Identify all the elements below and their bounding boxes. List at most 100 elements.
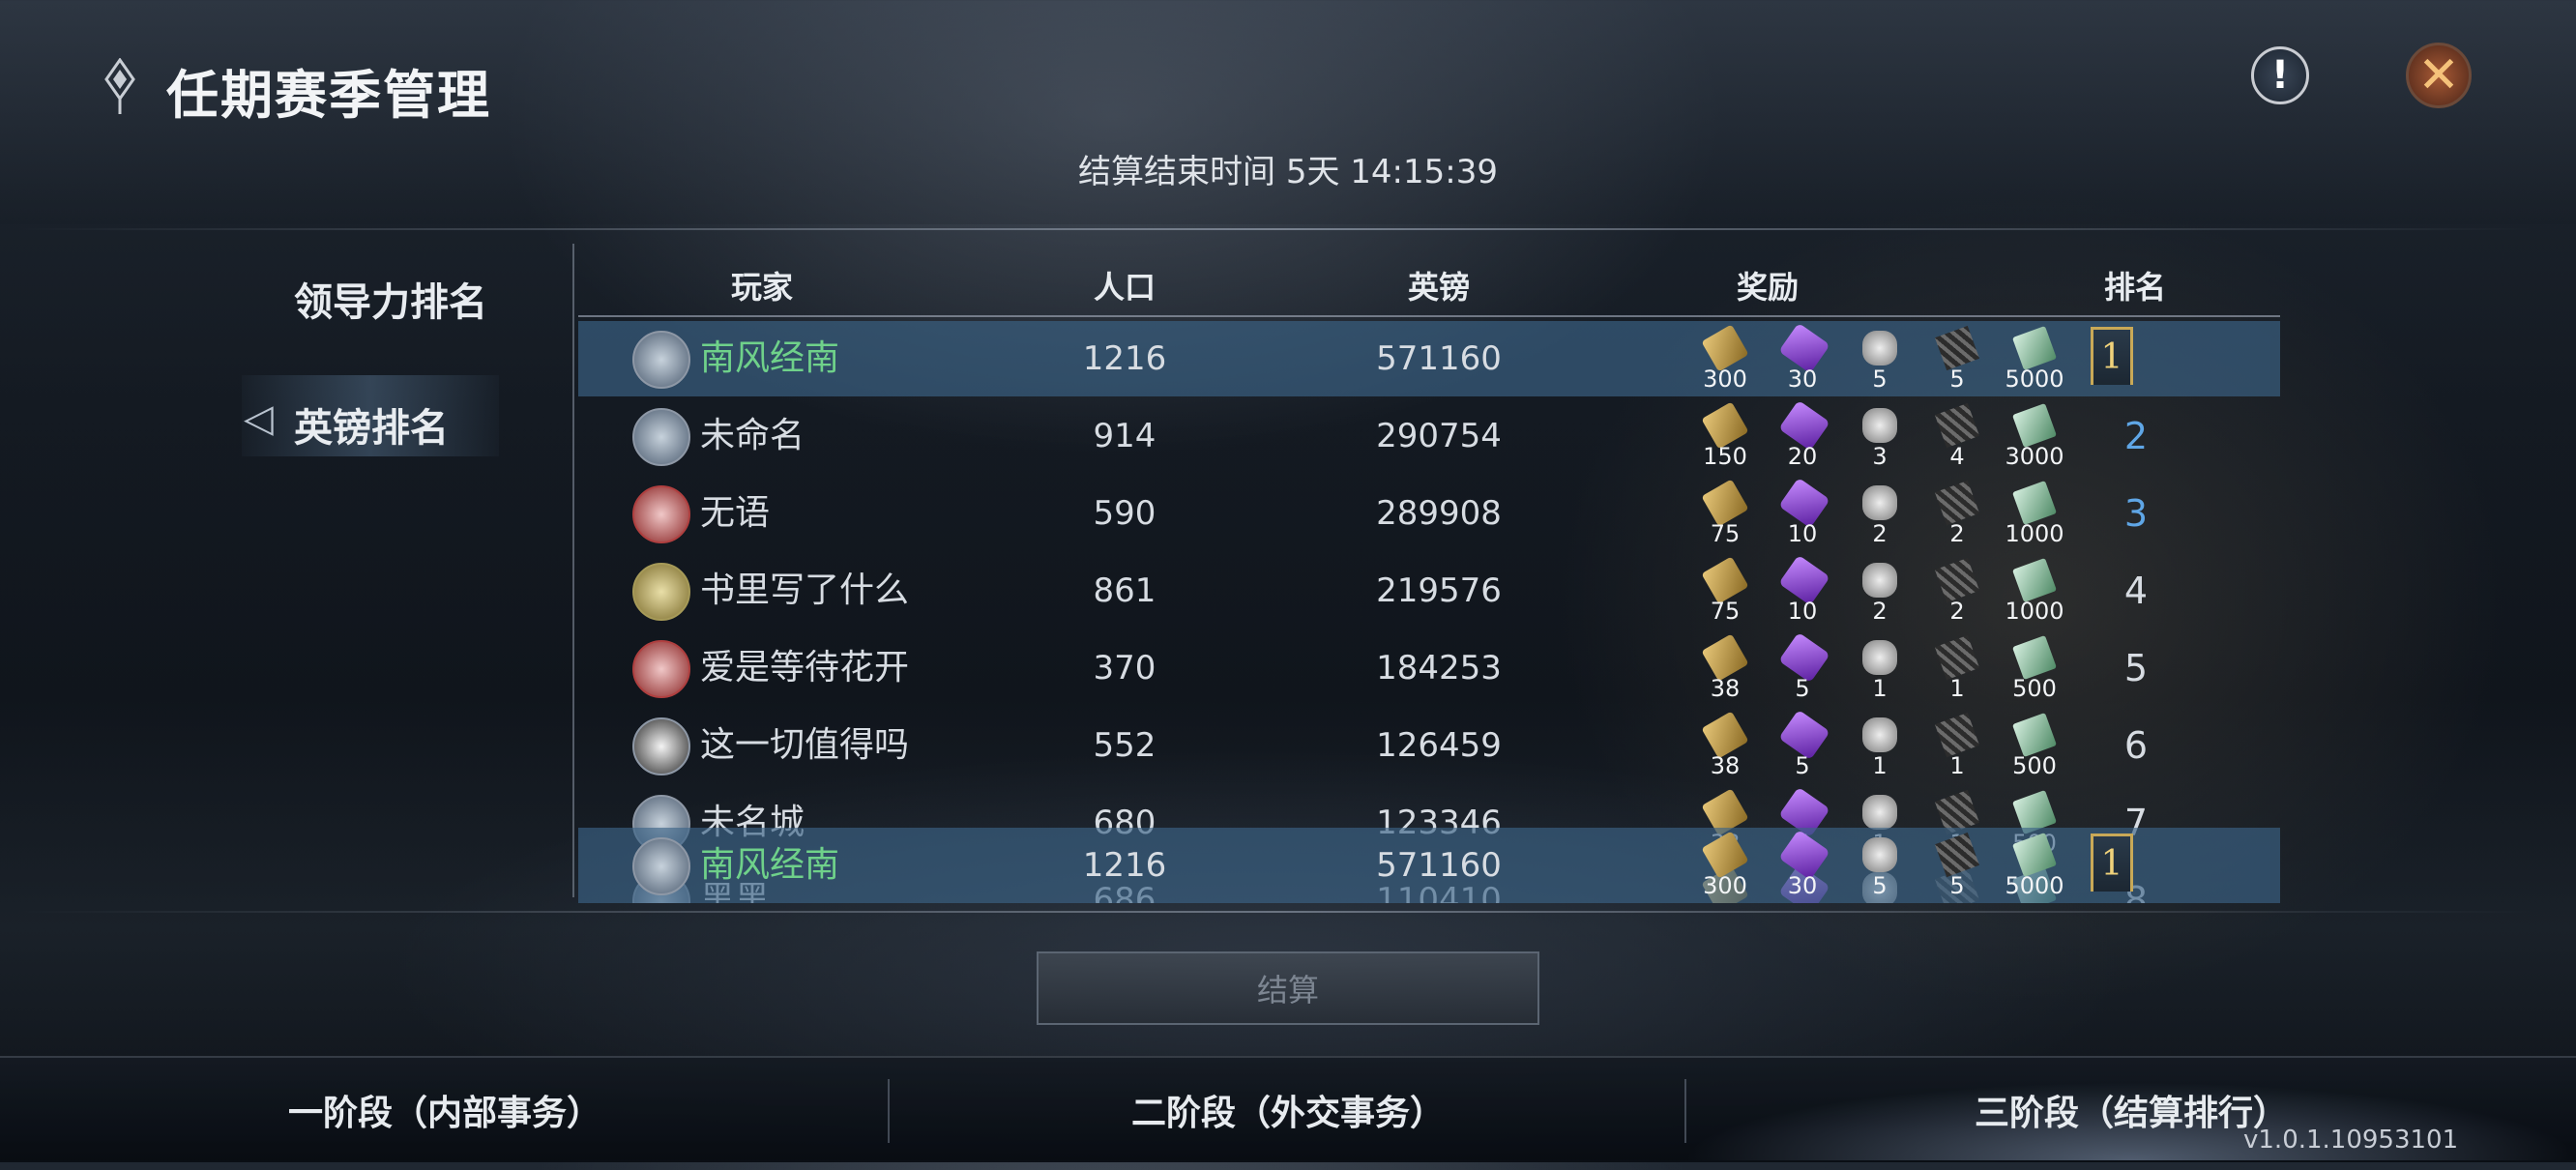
reward-item[interactable]: 75 bbox=[1698, 556, 1752, 627]
column-header-pounds: 英镑 bbox=[1407, 269, 1470, 306]
table-header: 玩家 人口 英镑 奖励 排名 bbox=[578, 255, 2280, 317]
reward-item[interactable]: 4 bbox=[1930, 402, 1984, 472]
pounds-value: 571160 bbox=[1376, 846, 1502, 885]
reward-item[interactable]: 2 bbox=[1930, 480, 1984, 549]
reward-item[interactable]: 2 bbox=[1930, 557, 1984, 627]
reward-item[interactable]: 30 bbox=[1775, 322, 1830, 395]
column-header-rank: 排名 bbox=[2103, 269, 2166, 306]
my-rank-row[interactable]: 南风经南 1216 571160 300 30 5 5 5000 1 bbox=[578, 828, 2280, 903]
column-header-rewards: 奖励 bbox=[1736, 269, 1799, 306]
reward-count: 5 bbox=[1795, 752, 1810, 779]
reward-item[interactable]: 500 bbox=[2007, 634, 2062, 704]
player-name: 这一切值得吗 bbox=[700, 725, 910, 765]
info-icon[interactable]: ! bbox=[2251, 46, 2309, 104]
reward-count: 5000 bbox=[2005, 872, 2064, 899]
rank-badge: 1 bbox=[2091, 834, 2133, 892]
avatar bbox=[632, 485, 690, 543]
reward-count: 75 bbox=[1710, 598, 1741, 625]
table-row[interactable]: 无语 590 289908 75 10 2 2 1000 3 bbox=[578, 476, 2280, 551]
reward-item[interactable]: 1000 bbox=[2005, 557, 2064, 627]
cash-icon bbox=[2011, 480, 2058, 526]
ranking-table[interactable]: 玩家 人口 英镑 奖励 排名 南风经南 1216 571160 300 30 5 5 5000… bbox=[578, 255, 2280, 903]
reward-item[interactable]: 1 bbox=[1930, 634, 1984, 704]
reward-item[interactable]: 5 bbox=[1930, 325, 1984, 395]
tab-stage-2-diplomacy[interactable]: 二阶段（外交事务） bbox=[890, 1056, 1686, 1160]
population-value: 861 bbox=[1093, 571, 1156, 610]
reward-count: 150 bbox=[1703, 443, 1747, 470]
rail-icon bbox=[1934, 325, 1980, 371]
avatar bbox=[632, 717, 690, 775]
rank-value: 5 bbox=[2123, 647, 2149, 689]
close-icon[interactable]: ✕ bbox=[2406, 43, 2472, 108]
reward-count: 2 bbox=[1872, 598, 1888, 625]
reward-item[interactable]: 1 bbox=[1853, 712, 1907, 781]
version-label: v1.0.1.10953101 bbox=[2243, 1126, 2459, 1155]
reward-item[interactable]: 75 bbox=[1698, 479, 1752, 549]
reward-item[interactable]: 5000 bbox=[2005, 832, 2064, 901]
population-value: 1216 bbox=[1082, 846, 1167, 885]
pounds-value: 219576 bbox=[1376, 571, 1502, 610]
reward-item[interactable]: 300 bbox=[1698, 831, 1752, 901]
emblem-icon bbox=[104, 58, 135, 114]
reward-item[interactable]: 38 bbox=[1698, 633, 1752, 704]
reward-count: 5 bbox=[1795, 675, 1810, 702]
reward-item[interactable]: 3 bbox=[1853, 402, 1907, 472]
reward-item[interactable]: 150 bbox=[1698, 401, 1752, 472]
reward-item[interactable]: 3000 bbox=[2005, 402, 2064, 472]
steam-core-icon bbox=[1862, 837, 1897, 872]
reward-item[interactable]: 1000 bbox=[2005, 480, 2064, 549]
reward-item[interactable]: 2 bbox=[1853, 557, 1907, 627]
reward-count: 10 bbox=[1787, 520, 1818, 547]
reward-item[interactable]: 20 bbox=[1775, 399, 1830, 472]
steam-core-icon bbox=[1862, 795, 1897, 830]
cash-icon bbox=[2011, 712, 2058, 758]
tab-stage-1-internal-affairs[interactable]: 一阶段（内部事务） bbox=[0, 1056, 890, 1160]
reward-item[interactable]: 5 bbox=[1775, 631, 1830, 704]
settle-button[interactable]: 结算 bbox=[1037, 951, 1539, 1025]
reward-count: 500 bbox=[2012, 752, 2057, 779]
cash-icon bbox=[2011, 832, 2058, 878]
reward-item[interactable]: 5 bbox=[1930, 832, 1984, 901]
population-value: 914 bbox=[1093, 417, 1156, 455]
reward-item[interactable]: 500 bbox=[2007, 712, 2062, 781]
reward-count: 300 bbox=[1703, 872, 1747, 899]
cash-icon bbox=[2011, 557, 2058, 603]
reward-item[interactable]: 10 bbox=[1775, 477, 1830, 549]
reward-item[interactable]: 5 bbox=[1853, 325, 1907, 395]
table-row[interactable]: 未命名 914 290754 150 20 3 4 3000 2 bbox=[578, 398, 2280, 474]
rail-icon bbox=[1934, 557, 1980, 603]
reward-item[interactable]: 30 bbox=[1775, 829, 1830, 901]
reward-item[interactable]: 1 bbox=[1930, 712, 1984, 781]
table-row[interactable]: 爱是等待花开 370 184253 38 5 1 1 500 5 bbox=[578, 630, 2280, 706]
reward-item[interactable]: 5 bbox=[1853, 832, 1907, 901]
reward-count: 5000 bbox=[2005, 366, 2064, 393]
reward-count: 1000 bbox=[2005, 598, 2064, 625]
table-row[interactable]: 这一切值得吗 552 126459 38 5 1 1 500 6 bbox=[578, 708, 2280, 783]
reward-item[interactable]: 2 bbox=[1853, 480, 1907, 549]
rail-icon bbox=[1934, 712, 1980, 758]
reward-item[interactable]: 38 bbox=[1698, 711, 1752, 781]
sidebar-item-leadership-ranking[interactable]: 领导力排名 bbox=[294, 271, 487, 327]
steam-core-icon bbox=[1862, 331, 1897, 366]
avatar bbox=[632, 408, 690, 466]
reward-item[interactable]: 5000 bbox=[2005, 325, 2064, 395]
table-row[interactable]: 南风经南 1216 571160 300 30 5 5 5000 1 bbox=[578, 321, 2280, 396]
reward-item[interactable]: 5 bbox=[1775, 709, 1830, 781]
rail-icon bbox=[1934, 480, 1980, 526]
reward-item[interactable]: 10 bbox=[1775, 554, 1830, 627]
reward-count: 75 bbox=[1710, 520, 1741, 547]
population-value: 1216 bbox=[1082, 339, 1167, 378]
player-name: 未命名 bbox=[700, 416, 805, 455]
cash-icon bbox=[2011, 634, 2058, 681]
rank-value: 4 bbox=[2123, 570, 2149, 612]
selected-arrow-icon: ◁ bbox=[244, 396, 274, 441]
reward-count: 1 bbox=[1949, 752, 1965, 779]
reward-count: 20 bbox=[1787, 443, 1818, 470]
reward-count: 38 bbox=[1710, 675, 1741, 702]
steam-core-icon bbox=[1862, 717, 1897, 752]
sidebar-item-pound-ranking[interactable]: 英镑排名 bbox=[294, 396, 449, 453]
reward-item[interactable]: 1 bbox=[1853, 634, 1907, 704]
reward-item[interactable]: 300 bbox=[1698, 324, 1752, 395]
table-row[interactable]: 书里写了什么 861 219576 75 10 2 2 1000 4 bbox=[578, 553, 2280, 629]
rank-value: 6 bbox=[2123, 724, 2149, 767]
